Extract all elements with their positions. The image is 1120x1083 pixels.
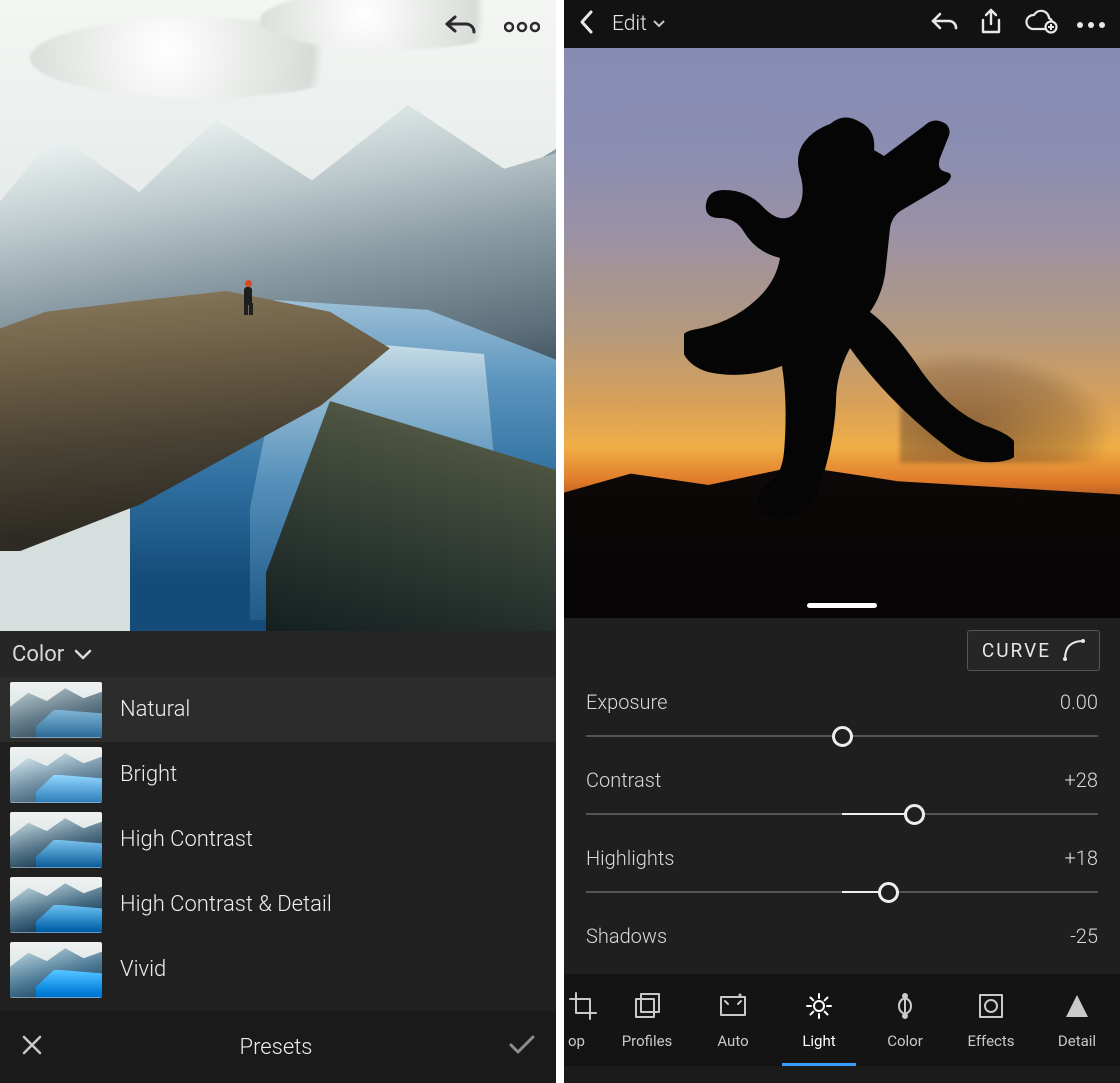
tool-color[interactable]: Color (862, 974, 948, 1066)
preset-list: Natural Bright High Contrast High Contra… (0, 677, 556, 1011)
preset-item-vivid[interactable]: Vivid (0, 937, 556, 1002)
slider-shadows[interactable]: Shadows -25 (586, 920, 1098, 974)
back-icon[interactable] (578, 9, 594, 39)
preset-label: High Contrast & Detail (120, 892, 332, 917)
slider-exposure[interactable]: Exposure 0.00 (586, 686, 1098, 764)
preset-item-natural[interactable]: Natural (0, 677, 556, 742)
detail-icon (1062, 991, 1092, 1025)
panel-title: Presets (240, 1035, 313, 1060)
tool-bar: op Profiles Auto Light Color Effects Detail (564, 974, 1120, 1066)
slider-value: +18 (1065, 846, 1099, 870)
preview-image[interactable] (564, 48, 1120, 618)
light-icon (804, 991, 834, 1025)
preset-label: Natural (120, 697, 190, 722)
preset-category-label: Color (12, 642, 64, 667)
tool-label: Profiles (622, 1032, 673, 1050)
caret-down-icon (653, 20, 665, 28)
slider-value: 0.00 (1060, 690, 1098, 714)
curve-icon (1063, 639, 1085, 661)
tool-profiles[interactable]: Profiles (604, 974, 690, 1066)
share-icon[interactable] (978, 8, 1004, 40)
cloud-sync-icon[interactable] (1022, 9, 1058, 39)
preset-label: High Contrast (120, 827, 253, 852)
tool-label: Auto (717, 1032, 748, 1050)
tool-auto[interactable]: Auto (690, 974, 776, 1066)
crop-icon (568, 991, 598, 1025)
edit-screen: Edit CURVE Exposure0.00Contrast+28H (560, 0, 1120, 1083)
slider-value: +28 (1065, 768, 1099, 792)
sliders-panel: Exposure 0.00 Contrast +28 Highlights +18 Shad… (564, 682, 1120, 974)
undo-icon[interactable] (930, 10, 960, 38)
edit-topbar: Edit (564, 0, 1120, 48)
preset-thumbnail (10, 942, 102, 998)
preset-item-high-contrast[interactable]: High Contrast (0, 807, 556, 872)
preview-image[interactable] (0, 0, 556, 631)
preset-label: Vivid (120, 957, 166, 982)
preset-label: Bright (120, 762, 177, 787)
curve-button[interactable]: CURVE (967, 630, 1100, 671)
color-icon (890, 991, 920, 1025)
tool-effects[interactable]: Effects (948, 974, 1034, 1066)
slider-name: Contrast (586, 768, 661, 792)
slider-track[interactable] (586, 724, 1098, 748)
presets-bottom-bar: Presets (0, 1011, 556, 1083)
curve-label: CURVE (982, 639, 1051, 662)
slider-track[interactable] (586, 880, 1098, 904)
preset-thumbnail (10, 747, 102, 803)
slider-name: Highlights (586, 846, 674, 870)
tool-label: op (568, 1032, 585, 1050)
slider-name: Exposure (586, 690, 667, 714)
more-icon[interactable] (1076, 15, 1106, 34)
effects-icon (976, 991, 1006, 1025)
slider-highlights[interactable]: Highlights +18 (586, 842, 1098, 920)
drag-handle-icon[interactable] (807, 603, 877, 608)
tool-light[interactable]: Light (776, 974, 862, 1066)
confirm-icon[interactable] (508, 1034, 536, 1060)
preset-item-high-contrast-detail[interactable]: High Contrast & Detail (0, 872, 556, 937)
slider-track[interactable] (586, 802, 1098, 826)
preset-thumbnail (10, 877, 102, 933)
more-icon[interactable] (504, 18, 540, 37)
undo-icon[interactable] (444, 12, 478, 42)
edit-mode-label: Edit (612, 12, 647, 36)
preset-category-dropdown[interactable]: Color (0, 631, 556, 677)
slider-contrast[interactable]: Contrast +28 (586, 764, 1098, 842)
tool-crop[interactable]: op (564, 974, 604, 1066)
tool-label: Effects (967, 1032, 1014, 1050)
auto-icon (718, 991, 748, 1025)
slider-value: -25 (1070, 924, 1098, 948)
tool-detail[interactable]: Detail (1034, 974, 1120, 1066)
preset-thumbnail (10, 682, 102, 738)
presets-screen: Color Natural Bright High Contrast High … (0, 0, 560, 1083)
edit-mode-dropdown[interactable]: Edit (612, 12, 665, 36)
slider-name: Shadows (586, 924, 667, 948)
profiles-icon (632, 991, 662, 1025)
chevron-down-icon (74, 649, 92, 661)
close-icon[interactable] (20, 1033, 44, 1061)
tool-label: Light (802, 1032, 835, 1050)
tool-label: Color (887, 1032, 923, 1050)
preset-item-bright[interactable]: Bright (0, 742, 556, 807)
tool-label: Detail (1058, 1032, 1096, 1050)
preset-thumbnail (10, 812, 102, 868)
